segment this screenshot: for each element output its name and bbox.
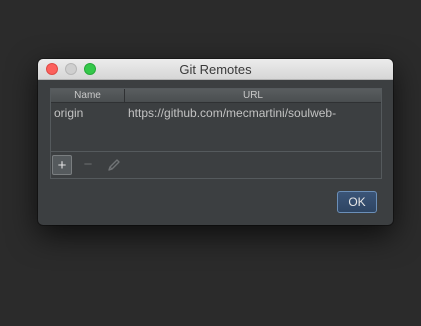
add-remote-button[interactable]: + (52, 155, 72, 175)
table-header: Name URL (51, 89, 381, 103)
git-remotes-dialog: Git Remotes Name URL origin https://gith… (38, 59, 393, 225)
window-title: Git Remotes (179, 62, 252, 77)
edit-remote-button[interactable] (104, 155, 124, 175)
remote-name-cell: origin (54, 106, 84, 120)
table-toolbar: + − (51, 151, 381, 179)
column-header-name[interactable]: Name (51, 89, 125, 102)
remove-remote-button[interactable]: − (78, 155, 98, 175)
remote-url-cell: https://github.com/mecmartini/soulweb- (128, 106, 337, 120)
column-header-url[interactable]: URL (125, 89, 381, 102)
title-bar: Git Remotes (38, 59, 393, 80)
add-icon: + (57, 157, 67, 174)
table-row[interactable]: origin https://github.com/mecmartini/sou… (51, 103, 381, 123)
remove-icon: − (83, 156, 93, 173)
edit-icon (108, 159, 120, 171)
ok-button[interactable]: OK (337, 191, 377, 213)
remotes-table: Name URL origin https://github.com/mecma… (50, 88, 382, 179)
